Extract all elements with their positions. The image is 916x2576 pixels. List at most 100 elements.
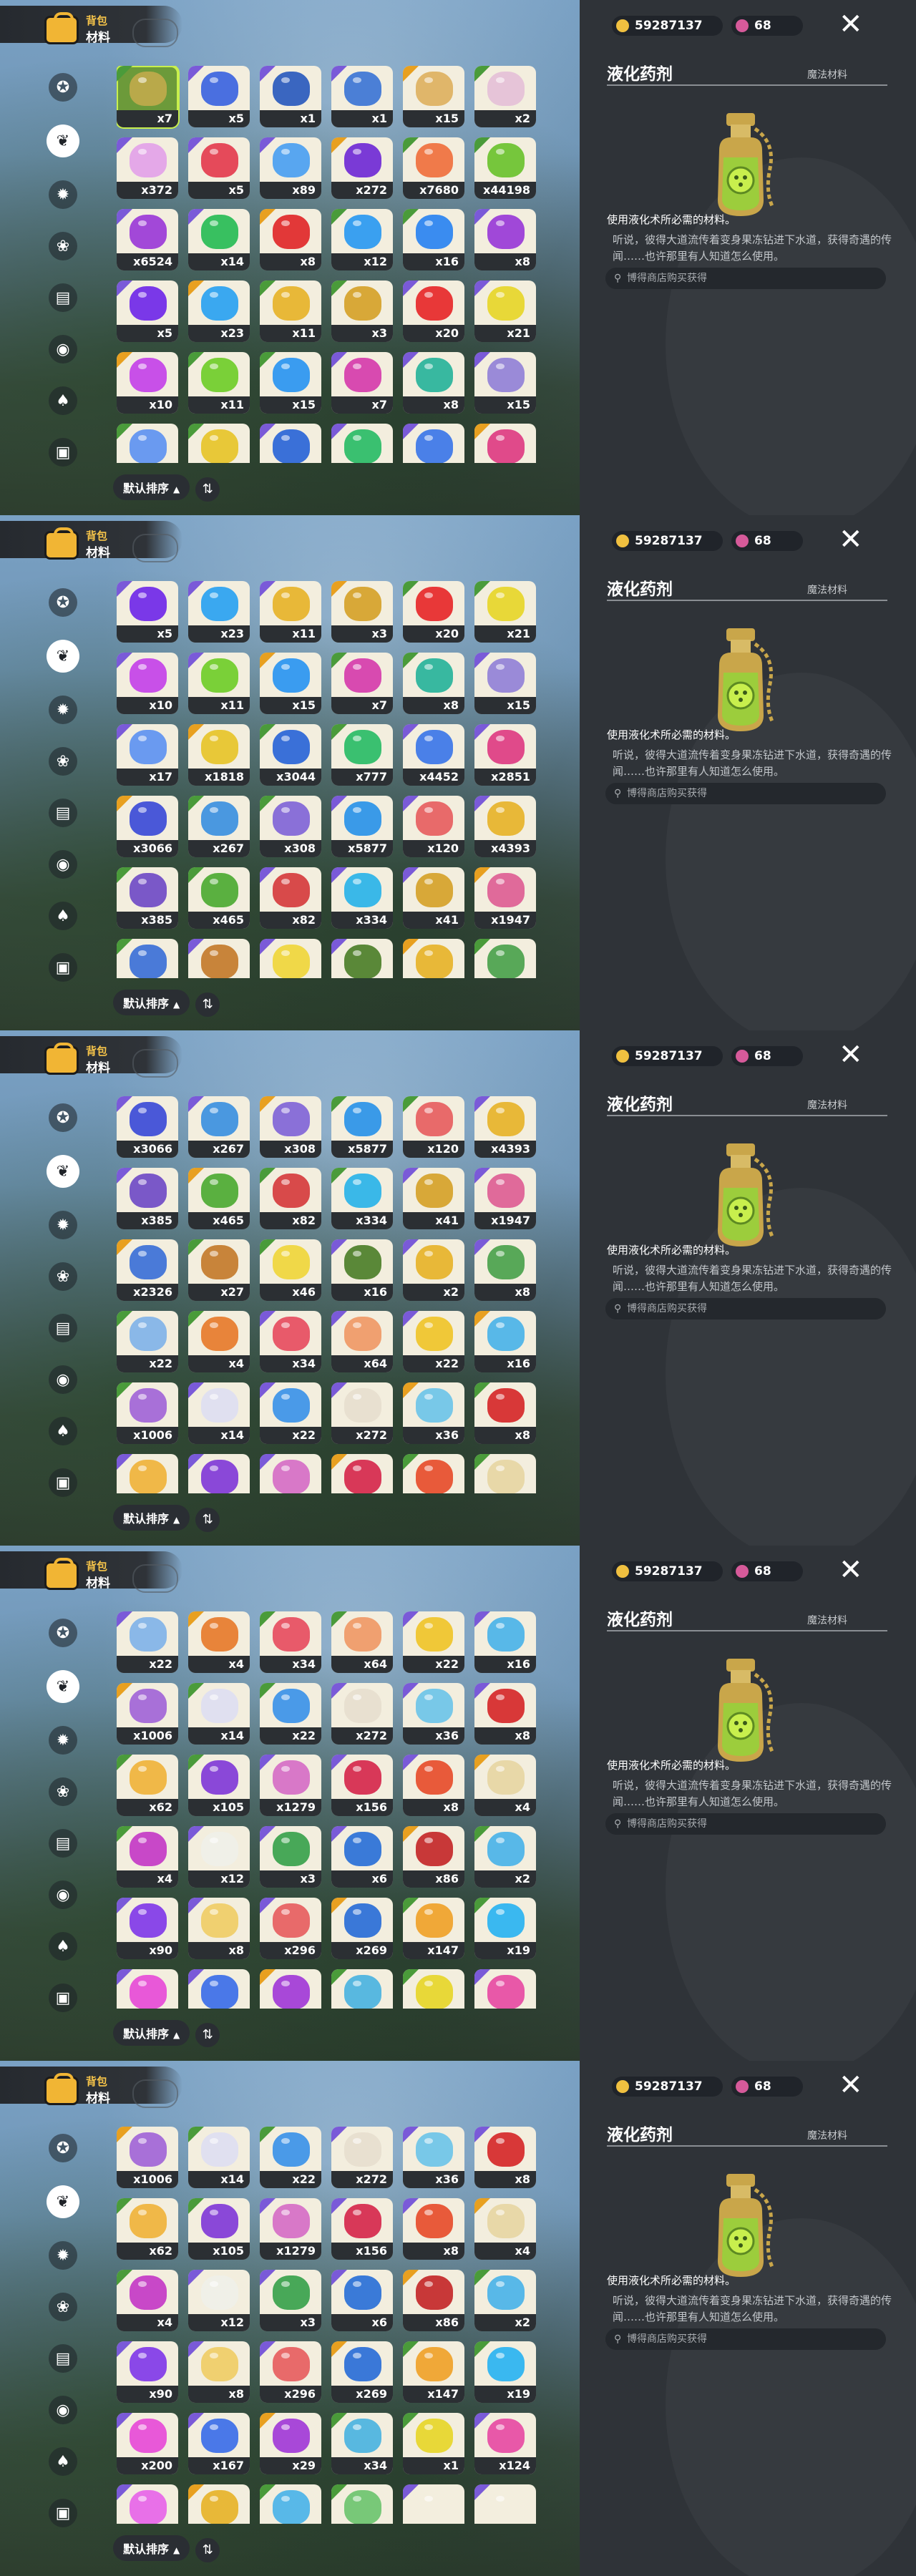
item-slot[interactable]: x3	[331, 280, 393, 342]
item-slot[interactable]: x7	[117, 66, 180, 129]
category-acorn-icon[interactable]: ♠	[49, 2447, 77, 2476]
item-slot[interactable]: x22	[117, 1311, 178, 1372]
category-scroll-icon[interactable]: ▤	[49, 1829, 77, 1858]
swap-order-icon[interactable]: ⇅	[195, 1507, 220, 1532]
category-acorn-icon[interactable]: ♠	[49, 1417, 77, 1445]
item-slot[interactable]: x36	[403, 1382, 464, 1444]
category-chest-icon[interactable]: ▣	[49, 1984, 77, 2012]
category-sprout-icon[interactable]: ❀	[49, 1777, 77, 1806]
item-slot[interactable]: x8	[474, 1239, 536, 1301]
category-chest-icon[interactable]: ▣	[49, 438, 77, 467]
item-slot[interactable]: x173	[117, 2484, 178, 2524]
item-slot[interactable]: x5	[331, 2484, 393, 2524]
sort-dropdown[interactable]: 默认排序 ▲	[113, 2535, 190, 2561]
item-slot[interactable]: x62	[117, 1454, 178, 1493]
item-slot[interactable]: x44198	[474, 137, 536, 199]
category-ball-icon[interactable]: ◉	[49, 335, 77, 364]
item-slot[interactable]: x105	[188, 1755, 250, 1816]
category-compass-icon[interactable]: ✪	[49, 2134, 77, 2162]
item-slot[interactable]: x22	[260, 2127, 321, 2188]
item-slot[interactable]: x5	[188, 137, 250, 199]
item-slot[interactable]: x29	[260, 2413, 321, 2474]
item-slot[interactable]: x46	[260, 1239, 321, 1301]
category-gear-icon[interactable]: ✹	[49, 1726, 77, 1755]
item-slot[interactable]: x1006	[117, 1683, 178, 1745]
item-slot[interactable]: x21	[474, 581, 536, 643]
item-slot[interactable]: x8	[403, 352, 464, 414]
item-slot[interactable]	[331, 424, 393, 463]
item-slot[interactable]: x2326	[117, 1239, 178, 1301]
item-slot[interactable]: x1	[403, 1969, 464, 2009]
item-slot[interactable]: x4	[474, 1755, 536, 1816]
swap-order-icon[interactable]: ⇅	[195, 477, 220, 502]
item-slot[interactable]: x16	[403, 209, 464, 270]
item-slot[interactable]: x15	[260, 653, 321, 714]
item-slot[interactable]: x4393	[474, 1096, 536, 1158]
item-slot[interactable]: x1947	[474, 867, 536, 929]
item-slot[interactable]: x82	[260, 867, 321, 929]
item-slot[interactable]: x167	[188, 2413, 250, 2474]
item-slot[interactable]: x5	[188, 66, 250, 127]
item-slot[interactable]: x269	[331, 1898, 393, 1959]
category-gear-icon[interactable]: ✹	[49, 696, 77, 724]
item-slot[interactable]: x334	[331, 1168, 393, 1229]
item-slot[interactable]: x6	[331, 2270, 393, 2331]
item-slot[interactable]: x3066	[117, 796, 178, 857]
item-slot[interactable]: x6524	[117, 209, 178, 270]
category-acorn-icon[interactable]: ♠	[49, 1932, 77, 1961]
close-icon[interactable]: ✕	[839, 1040, 863, 1069]
category-sprout-icon[interactable]: ❀	[49, 2293, 77, 2321]
category-sprout-icon[interactable]: ❀	[49, 747, 77, 776]
item-slot[interactable]	[403, 2484, 464, 2524]
item-slot[interactable]: x2326	[117, 939, 178, 978]
item-slot[interactable]: x1006	[117, 1382, 178, 1444]
item-slot[interactable]	[188, 424, 250, 463]
item-slot[interactable]: x334	[331, 867, 393, 929]
item-slot[interactable]: x22	[403, 1611, 464, 1673]
item-slot[interactable]: x5	[117, 581, 178, 643]
item-slot[interactable]	[474, 424, 536, 463]
item-slot[interactable]: x105	[188, 2198, 250, 2260]
item-slot[interactable]: x120	[403, 1096, 464, 1158]
item-slot[interactable]: x4	[117, 1826, 178, 1888]
category-compass-icon[interactable]: ✪	[49, 1103, 77, 1132]
sort-dropdown[interactable]: 默认排序 ▲	[113, 990, 190, 1015]
category-leaf-icon[interactable]: ❦	[47, 2185, 79, 2218]
item-slot[interactable]: x15	[474, 352, 536, 414]
sort-dropdown[interactable]: 默认排序 ▲	[113, 2020, 190, 2046]
item-slot[interactable]: x11	[188, 653, 250, 714]
item-slot[interactable]: x7	[331, 352, 393, 414]
category-ball-icon[interactable]: ◉	[49, 850, 77, 879]
item-slot[interactable]: x465	[188, 867, 250, 929]
item-slot[interactable]: x200	[117, 2413, 178, 2474]
item-slot[interactable]: x41	[403, 867, 464, 929]
item-slot[interactable]: x5	[117, 280, 178, 342]
item-slot[interactable]: x272	[331, 1683, 393, 1745]
item-slot[interactable]	[117, 424, 178, 463]
item-slot[interactable]: x14	[188, 1683, 250, 1745]
item-slot[interactable]: x385	[117, 1168, 178, 1229]
item-slot[interactable]: x12	[188, 2270, 250, 2331]
item-slot[interactable]: x120	[403, 796, 464, 857]
item-slot[interactable]: x29	[260, 1969, 321, 2009]
category-compass-icon[interactable]: ✪	[49, 73, 77, 102]
item-slot[interactable]: x8	[403, 1454, 464, 1493]
item-slot[interactable]: x34	[331, 1969, 393, 2009]
item-slot[interactable]: x296	[260, 1898, 321, 1959]
item-slot[interactable]: x4	[188, 1311, 250, 1372]
item-slot[interactable]: x1	[403, 2413, 464, 2474]
item-slot[interactable]: x23	[188, 581, 250, 643]
item-slot[interactable]: x86	[403, 2270, 464, 2331]
item-slot[interactable]: x22	[260, 1382, 321, 1444]
item-slot[interactable]: x272	[331, 2127, 393, 2188]
item-slot[interactable]: x5877	[331, 1096, 393, 1158]
item-slot[interactable]: x1006	[117, 2127, 178, 2188]
item-slot[interactable]: x12	[188, 1826, 250, 1888]
item-slot[interactable]: x4	[474, 1454, 536, 1493]
item-slot[interactable]: x1	[260, 66, 321, 127]
item-slot[interactable]: x8	[403, 653, 464, 714]
category-gear-icon[interactable]: ✹	[49, 180, 77, 209]
swap-order-icon[interactable]: ⇅	[195, 2022, 220, 2047]
category-leaf-icon[interactable]: ❦	[47, 1670, 79, 1703]
item-slot[interactable]: x22	[403, 1311, 464, 1372]
